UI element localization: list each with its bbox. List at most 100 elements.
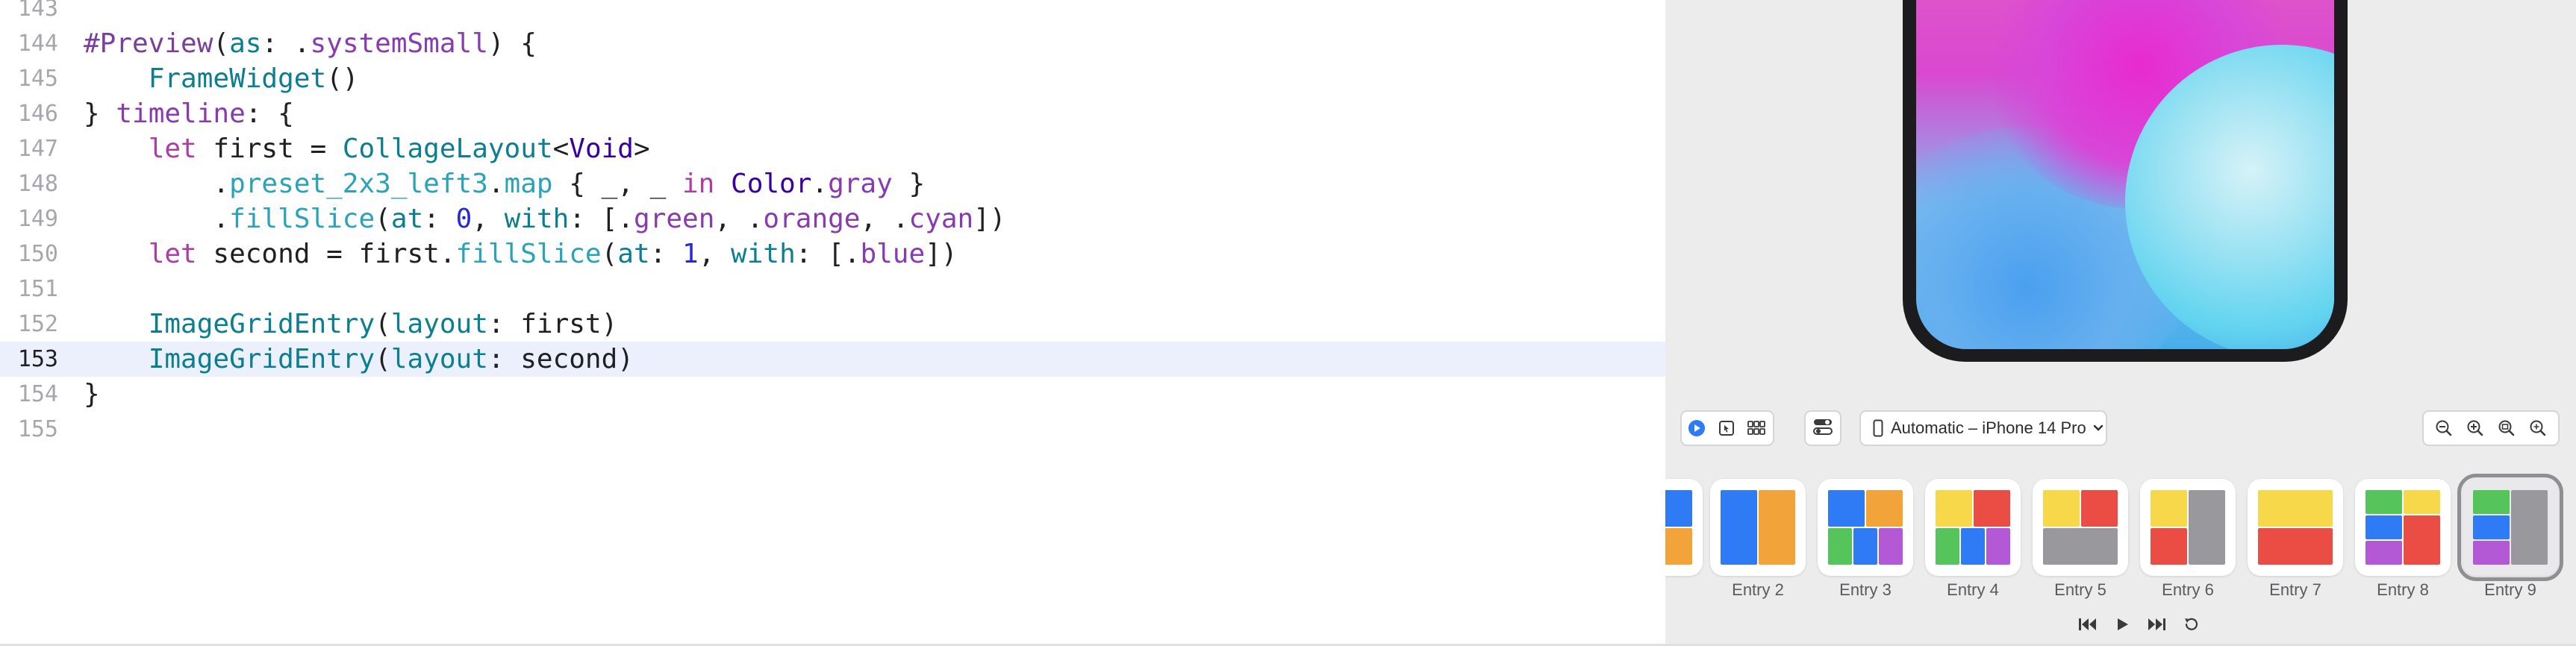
code-token: : . bbox=[261, 28, 311, 59]
device-picker-label: Automatic – iPhone 14 Pro bbox=[1891, 418, 2086, 437]
code-token: : { bbox=[245, 98, 294, 129]
code-token: ]) bbox=[973, 204, 1006, 234]
code-token: } bbox=[84, 379, 100, 410]
code-token: : bbox=[649, 239, 682, 269]
code-token: gray bbox=[828, 169, 893, 199]
chevron-down-icon bbox=[2092, 424, 2104, 433]
timeline-entry-2[interactable] bbox=[1710, 479, 1806, 576]
timeline-entry-3[interactable] bbox=[1818, 479, 1913, 576]
variants-icon[interactable] bbox=[1741, 412, 1771, 445]
code-token: map bbox=[504, 169, 553, 199]
line-number: 150 bbox=[17, 241, 58, 267]
code-line[interactable]: 143 bbox=[0, 0, 1665, 26]
code-token: orange bbox=[763, 204, 861, 234]
line-number: 151 bbox=[17, 276, 58, 302]
code-token: () bbox=[326, 63, 359, 94]
code-token: let bbox=[148, 239, 197, 269]
preview-canvas: Automatic – iPhone 14 Pro Entry 2 Entry … bbox=[1665, 0, 2576, 646]
code-token: Void bbox=[569, 134, 634, 164]
play-icon[interactable] bbox=[2111, 613, 2133, 636]
code-token: ( bbox=[375, 309, 391, 339]
line-number: 149 bbox=[17, 206, 58, 232]
zoom-controls bbox=[2422, 410, 2560, 446]
code-text: .fillSlice(at: 0, with: [.green, .orange… bbox=[84, 201, 1006, 236]
next-icon[interactable] bbox=[2145, 613, 2168, 636]
code-token: blue bbox=[860, 239, 926, 269]
code-token: systemSmall bbox=[310, 28, 488, 59]
code-line[interactable]: 149 .fillSlice(at: 0, with: [.green, .or… bbox=[0, 201, 1665, 236]
code-line[interactable]: 151 bbox=[0, 272, 1665, 307]
code-token: ImageGridEntry bbox=[148, 309, 375, 339]
code-line[interactable]: 154} bbox=[0, 377, 1665, 412]
line-number: 144 bbox=[17, 31, 58, 57]
code-line[interactable]: 150 let second = first.fillSlice(at: 1, … bbox=[0, 236, 1665, 272]
entry-label: Entry 7 bbox=[2269, 580, 2321, 599]
code-token: ) { bbox=[487, 28, 537, 59]
code-token: , . bbox=[714, 204, 764, 234]
code-token: . bbox=[84, 204, 230, 234]
entry-label: Entry 4 bbox=[1947, 580, 1999, 599]
code-line[interactable]: 144 #Preview(as: .systemSmall) { bbox=[0, 26, 1665, 61]
device-settings-button[interactable] bbox=[1804, 410, 1841, 446]
zoom-actual-icon[interactable] bbox=[2524, 412, 2552, 445]
selectable-mode-icon[interactable] bbox=[1712, 412, 1741, 445]
code-line[interactable]: 148 .preset_2x3_left3.map { _, _ in Colo… bbox=[0, 166, 1665, 201]
timeline-entry-9[interactable] bbox=[2457, 474, 2563, 581]
code-token: fillSlice bbox=[229, 204, 375, 234]
code-token: ( bbox=[601, 239, 618, 269]
code-token: ImageGridEntry bbox=[148, 344, 375, 374]
timeline-entry-6[interactable] bbox=[2140, 479, 2236, 576]
timeline-entry-7[interactable] bbox=[2248, 479, 2343, 576]
line-number: 155 bbox=[17, 416, 58, 442]
entry-label: Entry 8 bbox=[2377, 580, 2429, 599]
code-token: : [. bbox=[795, 239, 861, 269]
code-token: ( bbox=[375, 344, 391, 374]
entry-label: Entry 9 bbox=[2484, 580, 2536, 599]
code-token: . bbox=[487, 169, 505, 199]
timeline-entry-4[interactable] bbox=[1925, 479, 2021, 576]
code-text: FrameWidget() bbox=[84, 61, 359, 96]
line-number: 147 bbox=[17, 136, 58, 162]
code-line[interactable]: 147 let first = CollageLayout<Void> bbox=[0, 131, 1665, 166]
code-text: } bbox=[84, 377, 100, 412]
line-number: 154 bbox=[17, 381, 58, 407]
code-token: layout bbox=[390, 309, 488, 339]
code-line[interactable]: 152 ImageGridEntry(layout: first) bbox=[0, 307, 1665, 342]
code-token: Color bbox=[731, 169, 812, 199]
code-text: .preset_2x3_left3.map { _, _ in Color.gr… bbox=[84, 166, 925, 201]
entry-label: Entry 6 bbox=[2162, 580, 2214, 599]
code-line[interactable]: 153 ImageGridEntry(layout: second) bbox=[0, 342, 1665, 377]
code-token: cyan bbox=[908, 204, 974, 234]
zoom-fit-icon[interactable] bbox=[2492, 412, 2521, 445]
code-line[interactable]: 155 bbox=[0, 412, 1665, 447]
code-line[interactable]: 145 FrameWidget() bbox=[0, 61, 1665, 96]
timeline-entry-1[interactable] bbox=[1665, 479, 1703, 576]
code-token: . bbox=[84, 169, 230, 199]
loop-icon[interactable] bbox=[2180, 613, 2202, 636]
code-token: : [. bbox=[569, 204, 634, 234]
code-token: } bbox=[892, 169, 926, 199]
line-number: 152 bbox=[17, 311, 58, 337]
zoom-in-icon[interactable] bbox=[2461, 412, 2489, 445]
timeline-entry-8[interactable] bbox=[2355, 479, 2451, 576]
code-token: fillSlice bbox=[455, 239, 602, 269]
previous-icon[interactable] bbox=[2077, 613, 2099, 636]
code-token: 0 bbox=[455, 204, 473, 234]
code-text: ImageGridEntry(layout: first) bbox=[84, 307, 618, 342]
code-line[interactable]: 146} timeline: { bbox=[0, 96, 1665, 131]
code-token: , bbox=[698, 239, 732, 269]
source-editor[interactable]: 143 144 #Preview(as: .systemSmall) {145 Fr… bbox=[0, 0, 1665, 646]
code-token: first = bbox=[196, 134, 343, 164]
code-token: < bbox=[552, 134, 570, 164]
timeline-entry-5[interactable] bbox=[2033, 479, 2128, 576]
line-number: 148 bbox=[17, 171, 58, 197]
iphone-preview[interactable] bbox=[1903, 0, 2348, 362]
code-token: at bbox=[390, 204, 424, 234]
live-mode-icon[interactable] bbox=[1682, 412, 1712, 445]
device-picker[interactable]: Automatic – iPhone 14 Pro bbox=[1859, 410, 2107, 446]
code-text: let first = CollageLayout<Void> bbox=[84, 131, 650, 166]
zoom-out-icon[interactable] bbox=[2430, 412, 2458, 445]
